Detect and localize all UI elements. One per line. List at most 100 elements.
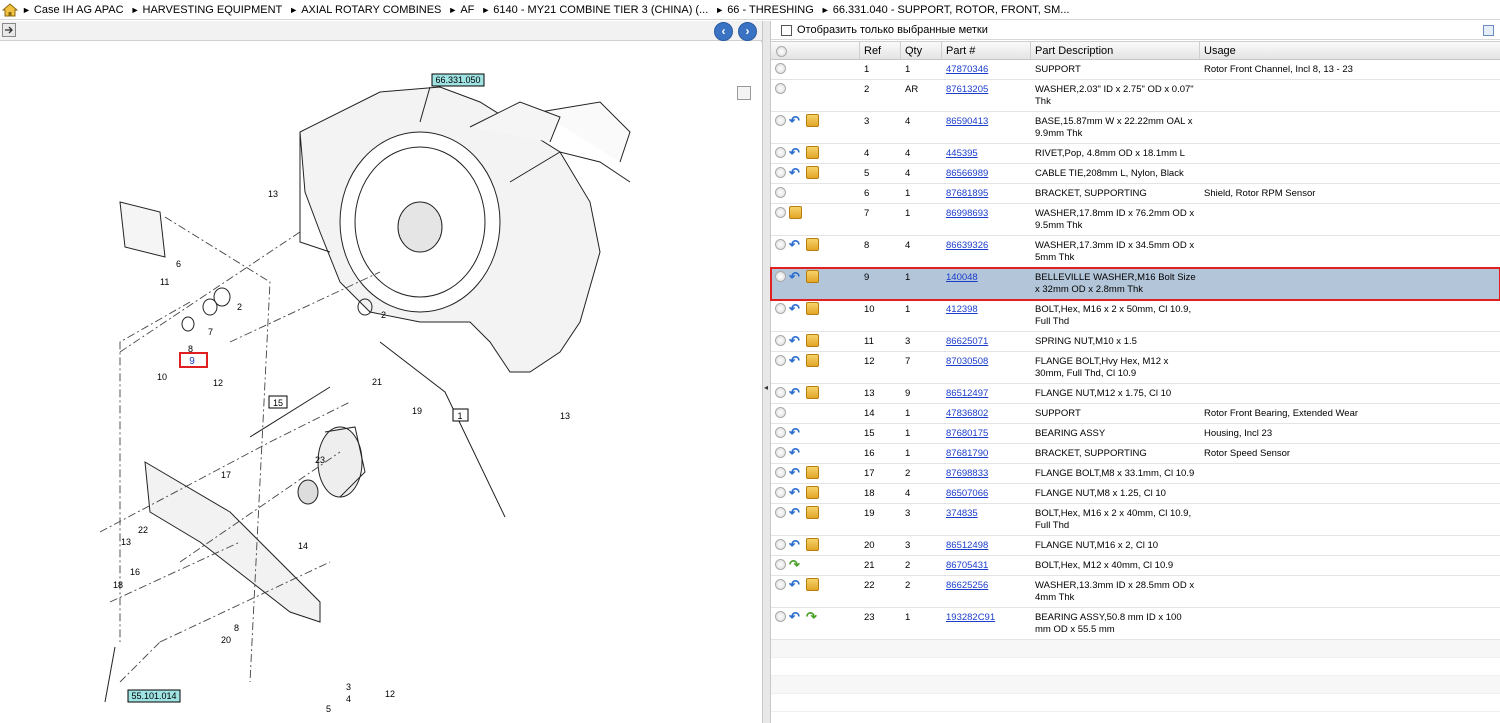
replacement-arrow-icon[interactable]: ↶: [789, 538, 803, 552]
add-to-cart-icon[interactable]: [775, 207, 786, 218]
home-icon[interactable]: [2, 2, 18, 17]
breadcrumb-item[interactable]: ► HARVESTING EQUIPMENT: [131, 4, 283, 16]
cell-part-number-text[interactable]: 87681790: [946, 448, 988, 459]
add-to-cart-icon[interactable]: [775, 559, 786, 570]
replacement-arrow-icon[interactable]: ↶: [789, 466, 803, 480]
replacement-arrow-icon[interactable]: ↶: [789, 386, 803, 400]
package-icon[interactable]: [806, 466, 819, 479]
table-row[interactable]: ↶ 12 7 87030508 FLANGE BOLT,Hvy Hex, M12 x 3…: [771, 352, 1500, 384]
table-row[interactable]: ↶ 15 1 87680175 BEARING ASSY Housing, Incl 23: [771, 424, 1500, 444]
add-to-cart-icon[interactable]: [775, 487, 786, 498]
add-to-cart-icon[interactable]: [775, 427, 786, 438]
table-row[interactable]: 7 1 86998693 WASHER,17.8mm ID x 76.2mm OD x…: [771, 204, 1500, 236]
next-arrow-icon[interactable]: ›: [738, 22, 757, 41]
collapse-arrow-icon[interactable]: ◂: [764, 383, 770, 397]
package-icon[interactable]: [806, 302, 819, 315]
package-icon[interactable]: [806, 506, 819, 519]
cell-part-number-text[interactable]: 87680175: [946, 428, 988, 439]
table-row[interactable]: ↶ 10 1 412398 BOLT,Hex, M16 x 2 x 50mm, Cl 1…: [771, 300, 1500, 332]
breadcrumb-item[interactable]: ► 6140 - MY21 COMBINE TIER 3 (CHINA) (...: [481, 4, 708, 16]
add-to-cart-icon[interactable]: [775, 355, 786, 366]
breadcrumb-item[interactable]: ► 66 - THRESHING: [715, 4, 814, 16]
header-part-number[interactable]: Part #: [942, 42, 1031, 59]
package-icon[interactable]: [806, 486, 819, 499]
forward-arrow-icon[interactable]: ↷: [806, 610, 820, 624]
header-select-all[interactable]: [771, 42, 860, 59]
table-row[interactable]: ↶ 17 2 87698833 FLANGE BOLT,M8 x 33.1mm, Cl …: [771, 464, 1500, 484]
forward-arrow-icon[interactable]: ↷: [789, 558, 803, 572]
table-row[interactable]: 2 AR 87613205 WASHER,2.03" ID x 2.75" OD x …: [771, 80, 1500, 112]
add-to-cart-icon[interactable]: [775, 467, 786, 478]
cell-part-number-text[interactable]: 412398: [946, 304, 978, 315]
add-to-cart-icon[interactable]: [775, 507, 786, 518]
table-row[interactable]: ↶ 18 4 86507066 FLANGE NUT,M8 x 1.25, Cl 10: [771, 484, 1500, 504]
add-to-cart-icon[interactable]: [775, 167, 786, 178]
table-row[interactable]: ↶ 13 9 86512497 FLANGE NUT,M12 x 1.75, Cl 10: [771, 384, 1500, 404]
add-to-cart-icon[interactable]: [775, 579, 786, 590]
replacement-arrow-icon[interactable]: ↶: [789, 578, 803, 592]
prev-arrow-icon[interactable]: ‹: [714, 22, 733, 41]
package-icon[interactable]: [806, 386, 819, 399]
add-to-cart-icon[interactable]: [775, 147, 786, 158]
show-selected-checkbox[interactable]: [781, 24, 792, 36]
cell-part-number-text[interactable]: 87698833: [946, 468, 988, 479]
cell-part-number-text[interactable]: 47870346: [946, 64, 988, 75]
pane-splitter[interactable]: ◂: [762, 21, 771, 723]
cell-part-number-text[interactable]: 86998693: [946, 208, 988, 219]
cell-part-number-text[interactable]: 86625256: [946, 580, 988, 591]
cell-part-number-text[interactable]: 47836802: [946, 408, 988, 419]
cell-part-number-text[interactable]: 86566989: [946, 168, 988, 179]
table-row[interactable]: ↶ ↷ 23 1 193282C91 BEARING ASSY,50.8 mm ID x …: [771, 608, 1500, 640]
export-icon[interactable]: [2, 23, 16, 37]
replacement-arrow-icon[interactable]: ↶: [789, 270, 803, 284]
cell-part-number-text[interactable]: 87681895: [946, 188, 988, 199]
table-row[interactable]: ↶ 22 2 86625256 WASHER,13.3mm ID x 28.5mm OD…: [771, 576, 1500, 608]
breadcrumb-item[interactable]: ► AXIAL ROTARY COMBINES: [289, 4, 441, 16]
package-icon[interactable]: [806, 114, 819, 127]
table-row[interactable]: 14 1 47836802 SUPPORT Rotor Front Bearing, E…: [771, 404, 1500, 424]
table-row[interactable]: 6 1 87681895 BRACKET, SUPPORTING Shield, Rot…: [771, 184, 1500, 204]
add-to-cart-icon[interactable]: [775, 187, 786, 198]
package-icon[interactable]: [806, 146, 819, 159]
replacement-arrow-icon[interactable]: ↶: [789, 486, 803, 500]
table-row[interactable]: ↶ 19 3 374835 BOLT,Hex, M16 x 2 x 40mm, Cl 1…: [771, 504, 1500, 536]
add-to-cart-icon[interactable]: [775, 447, 786, 458]
header-usage[interactable]: Usage: [1200, 42, 1500, 59]
add-to-cart-icon[interactable]: [775, 83, 786, 94]
table-row[interactable]: ↶ 4 4 445395 RIVET,Pop, 4.8mm OD x 18.1mm L: [771, 144, 1500, 164]
table-row[interactable]: ↶ 5 4 86566989 CABLE TIE,208mm L, Nylon, Bla…: [771, 164, 1500, 184]
cell-part-number-text[interactable]: 86625071: [946, 336, 988, 347]
cell-part-number-text[interactable]: 87613205: [946, 84, 988, 95]
package-icon[interactable]: [806, 354, 819, 367]
header-description[interactable]: Part Description: [1031, 42, 1200, 59]
replacement-arrow-icon[interactable]: ↶: [789, 506, 803, 520]
add-to-cart-icon[interactable]: [775, 63, 786, 74]
cell-part-number-text[interactable]: 374835: [946, 508, 978, 519]
add-to-cart-icon[interactable]: [775, 115, 786, 126]
table-settings-icon[interactable]: [1483, 25, 1494, 36]
cell-part-number-text[interactable]: 86507066: [946, 488, 988, 499]
replacement-arrow-icon[interactable]: ↶: [789, 334, 803, 348]
replacement-arrow-icon[interactable]: ↶: [789, 446, 803, 460]
cell-part-number-text[interactable]: 87030508: [946, 356, 988, 367]
cell-part-number-text[interactable]: 86590413: [946, 116, 988, 127]
table-row[interactable]: ↶ 16 1 87681790 BRACKET, SUPPORTING Rotor Spe…: [771, 444, 1500, 464]
table-row[interactable]: ↶ 8 4 86639326 WASHER,17.3mm ID x 34.5mm OD …: [771, 236, 1500, 268]
package-icon[interactable]: [806, 538, 819, 551]
add-to-cart-icon[interactable]: [775, 611, 786, 622]
add-to-cart-icon[interactable]: [775, 539, 786, 550]
header-ref[interactable]: Ref: [860, 42, 901, 59]
add-to-cart-icon[interactable]: [775, 303, 786, 314]
replacement-arrow-icon[interactable]: ↶: [789, 354, 803, 368]
select-all-icon[interactable]: [776, 46, 787, 57]
add-to-cart-icon[interactable]: [775, 407, 786, 418]
table-row[interactable]: ↶ 11 3 86625071 SPRING NUT,M10 x 1.5: [771, 332, 1500, 352]
cell-part-number-text[interactable]: 193282C91: [946, 612, 995, 623]
cell-part-number-text[interactable]: 445395: [946, 148, 978, 159]
add-to-cart-icon[interactable]: [775, 239, 786, 250]
add-to-cart-icon[interactable]: [775, 271, 786, 282]
package-icon[interactable]: [806, 578, 819, 591]
replacement-arrow-icon[interactable]: ↶: [789, 166, 803, 180]
cell-part-number-text[interactable]: 140048: [946, 272, 978, 283]
table-row[interactable]: ↶ 20 3 86512498 FLANGE NUT,M16 x 2, Cl 10: [771, 536, 1500, 556]
